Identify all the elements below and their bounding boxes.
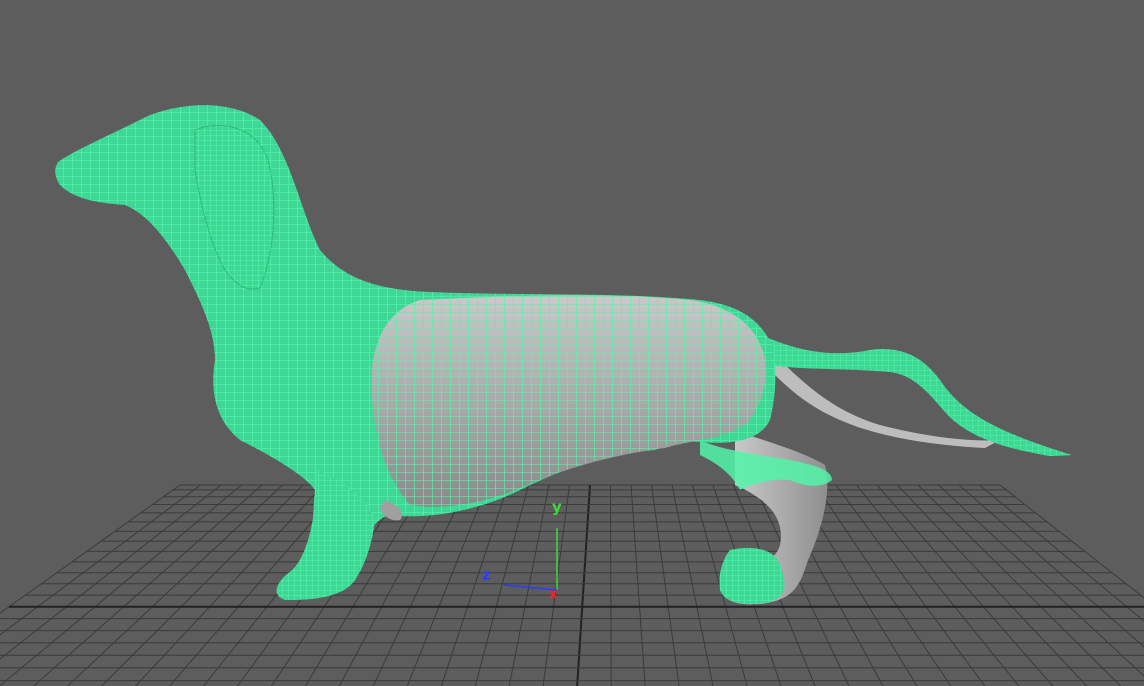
y-axis-label: y xyxy=(552,498,562,516)
x-axis-label: x xyxy=(549,587,558,602)
z-axis-label: z xyxy=(482,566,491,584)
3d-viewport[interactable]: y z x xyxy=(0,0,1144,686)
